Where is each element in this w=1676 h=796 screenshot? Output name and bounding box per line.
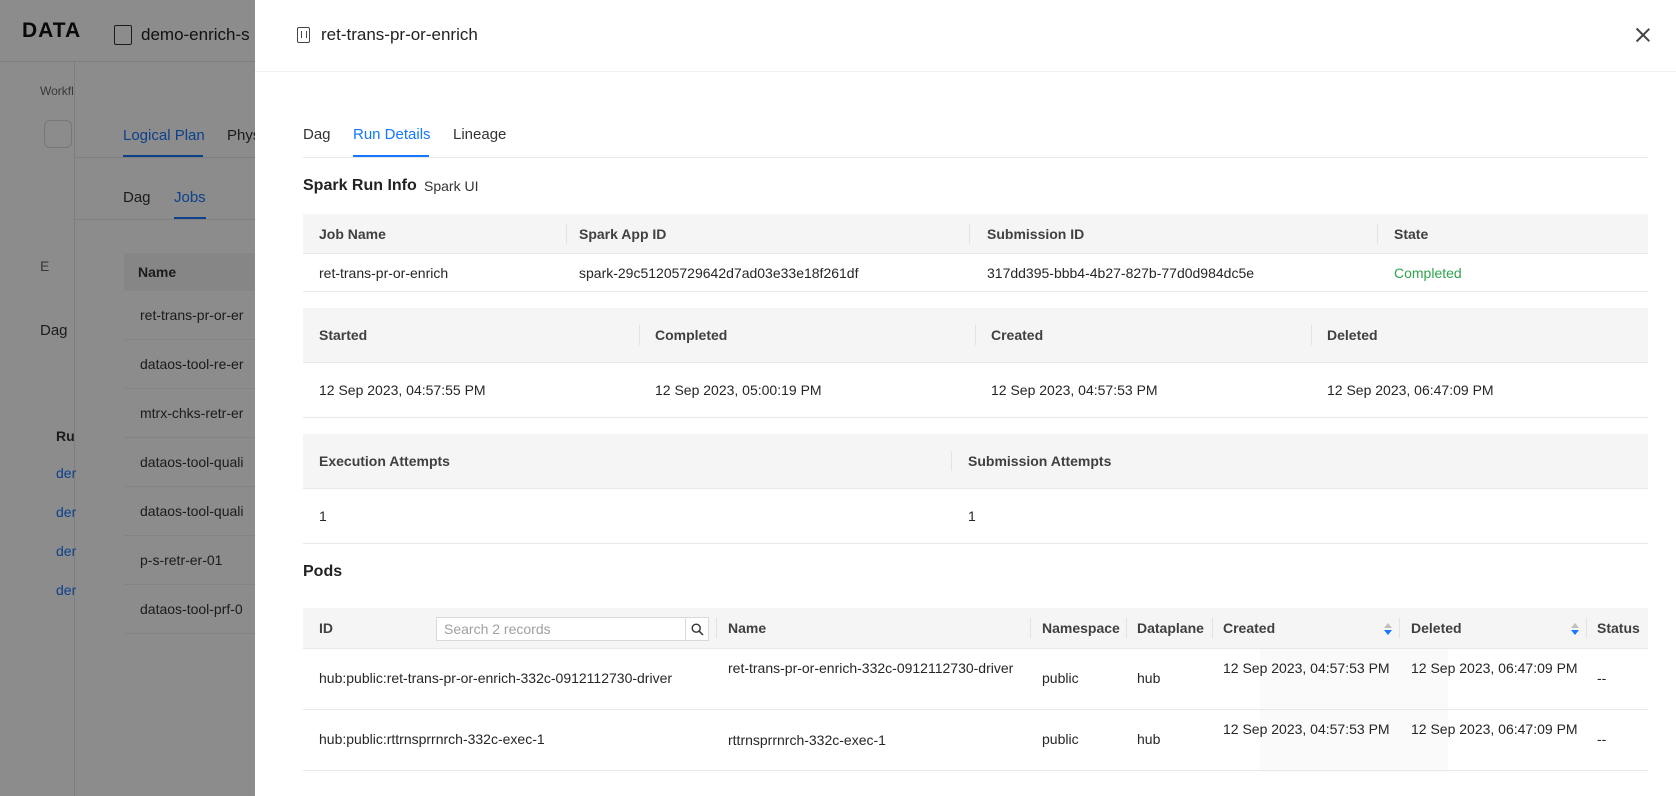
spark-ui-link[interactable]: Spark UI <box>424 178 478 194</box>
pods-table: ID Name Namespace Dataplane Created Dele… <box>303 608 1648 772</box>
submission-id-value: 317dd395-bbb4-4b27-827b-77d0d984dc5e <box>987 265 1255 281</box>
search-button[interactable] <box>685 617 709 641</box>
pod-dataplane: hub <box>1137 731 1161 747</box>
execution-attempts-value: 1 <box>319 508 327 524</box>
started-value: 12 Sep 2023, 04:57:55 PM <box>319 382 486 398</box>
header-state: State <box>1394 226 1429 242</box>
header-execution-attempts: Execution Attempts <box>319 453 450 469</box>
attempts-table: Execution Attempts Submission Attempts 1… <box>303 434 1648 544</box>
state-badge: Completed <box>1394 265 1462 281</box>
table-row: 12 Sep 2023, 04:57:55 PM 12 Sep 2023, 05… <box>303 363 1648 418</box>
pod-namespace: public <box>1042 731 1079 747</box>
pods-title: Pods <box>303 563 343 580</box>
table-header: ID Name Namespace Dataplane Created Dele… <box>303 608 1648 649</box>
spark-run-info-title: Spark Run Info <box>303 177 417 194</box>
header-spark-app-id: Spark App ID <box>579 226 667 242</box>
header-status: Status <box>1597 620 1640 636</box>
sort-icon[interactable] <box>1571 623 1579 635</box>
pods-search-box <box>436 617 686 641</box>
header-dataplane: Dataplane <box>1137 620 1204 636</box>
tab-lineage[interactable]: Lineage <box>453 126 506 143</box>
header-job-name: Job Name <box>319 226 386 242</box>
header-submission-id: Submission ID <box>987 226 1085 242</box>
pod-name: rttrnsprrnrch-332c-exec-1 <box>728 732 886 748</box>
table-row: ret-trans-pr-or-enrich spark-29c51205729… <box>303 254 1648 292</box>
header-id: ID <box>319 620 333 636</box>
active-tab-indicator <box>353 155 429 157</box>
submission-attempts-value: 1 <box>968 508 976 524</box>
header-deleted-sortable[interactable]: Deleted <box>1411 620 1462 636</box>
drawer-tabs: Dag Run Details Lineage <box>303 118 1648 158</box>
run-details-drawer: ret-trans-pr-or-enrich Dag Run Details L… <box>255 0 1676 796</box>
pod-created: 12 Sep 2023, 04:57:53 PM <box>1223 721 1390 737</box>
header-submission-attempts: Submission Attempts <box>968 453 1112 469</box>
search-icon <box>691 623 704 636</box>
table-row: 1 1 <box>303 489 1648 544</box>
header-completed: Completed <box>655 327 728 343</box>
completed-value: 12 Sep 2023, 05:00:19 PM <box>655 382 822 398</box>
table-row: hub:public:rttrnsprrnrch-332c-exec-1 rtt… <box>303 710 1648 771</box>
table-header: Job Name Spark App ID Submission ID Stat… <box>303 214 1648 254</box>
spark-app-id-value: spark-29c51205729642d7ad03e33e18f261df <box>579 265 859 281</box>
header-name: Name <box>728 620 767 636</box>
header-created: Created <box>991 327 1044 343</box>
drawer-title: ret-trans-pr-or-enrich <box>321 25 478 44</box>
pod-deleted: 12 Sep 2023, 06:47:09 PM <box>1411 721 1578 737</box>
pods-search-input[interactable] <box>437 618 686 640</box>
run-times-table: Started Completed Created Deleted 12 Sep… <box>303 308 1648 418</box>
header-namespace: Namespace <box>1042 620 1120 636</box>
pod-deleted: 12 Sep 2023, 06:47:09 PM <box>1411 660 1578 676</box>
close-icon[interactable] <box>1632 24 1654 46</box>
pod-id: hub:public:rttrnsprrnrch-332c-exec-1 <box>319 731 545 747</box>
spark-info-table: Job Name Spark App ID Submission ID Stat… <box>303 214 1648 292</box>
pod-id: hub:public:ret-trans-pr-or-enrich-332c-0… <box>319 670 673 686</box>
tab-run-details[interactable]: Run Details <box>353 126 431 143</box>
pod-status: -- <box>1597 731 1607 747</box>
created-value: 12 Sep 2023, 04:57:53 PM <box>991 382 1158 398</box>
sort-icon[interactable] <box>1384 623 1392 635</box>
pod-dataplane: hub <box>1137 670 1161 686</box>
job-name-value: ret-trans-pr-or-enrich <box>319 265 449 281</box>
pod-created: 12 Sep 2023, 04:57:53 PM <box>1223 660 1390 676</box>
tab-dag[interactable]: Dag <box>303 126 331 143</box>
pod-name: ret-trans-pr-or-enrich-332c-0912112730-d… <box>728 660 1014 676</box>
header-created-sortable[interactable]: Created <box>1223 620 1275 636</box>
drawer-header: ret-trans-pr-or-enrich <box>255 0 1676 72</box>
code-file-icon <box>297 27 310 43</box>
deleted-value: 12 Sep 2023, 06:47:09 PM <box>1327 382 1494 398</box>
pod-namespace: public <box>1042 670 1079 686</box>
pod-status: -- <box>1597 670 1607 686</box>
header-deleted: Deleted <box>1327 327 1378 343</box>
table-header: Started Completed Created Deleted <box>303 308 1648 363</box>
header-started: Started <box>319 327 368 343</box>
table-header: Execution Attempts Submission Attempts <box>303 434 1648 489</box>
table-row: hub:public:ret-trans-pr-or-enrich-332c-0… <box>303 649 1648 710</box>
